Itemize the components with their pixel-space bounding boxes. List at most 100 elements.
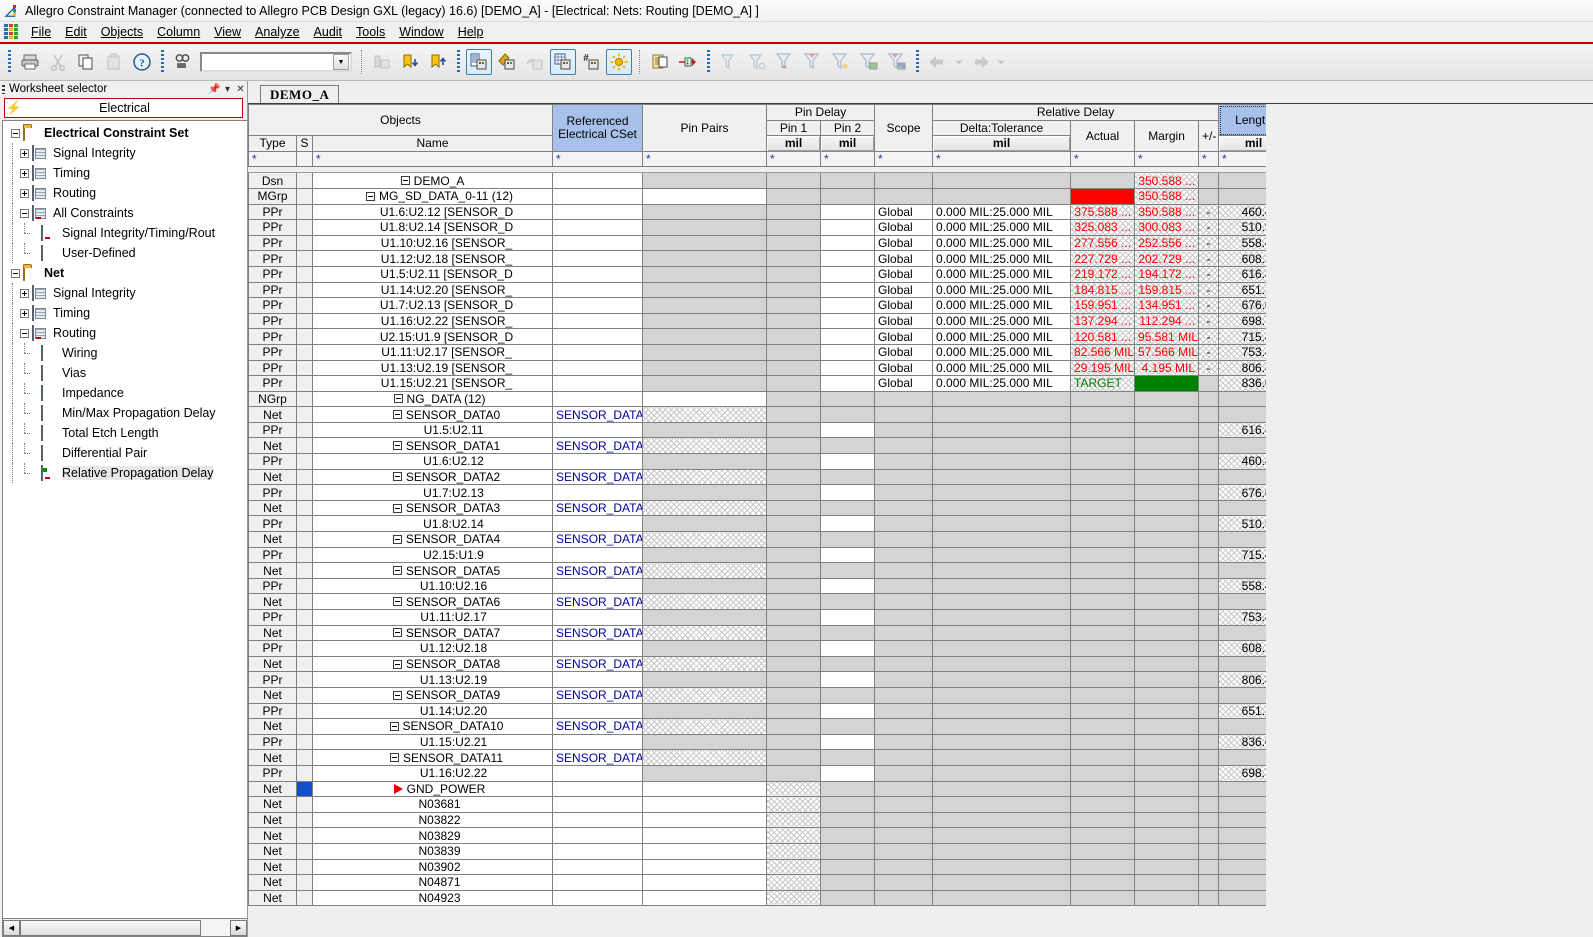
cell-s[interactable] bbox=[296, 874, 313, 891]
cell-actual[interactable]: TARGET bbox=[1070, 375, 1136, 392]
expand-icon[interactable] bbox=[20, 168, 29, 178]
cell-pin-pairs[interactable] bbox=[642, 546, 768, 564]
cell-plus-minus[interactable]: - bbox=[1198, 328, 1220, 345]
cell-delta-tolerance[interactable] bbox=[932, 484, 1072, 501]
cell-s[interactable] bbox=[296, 499, 313, 517]
cell-margin[interactable] bbox=[1134, 546, 1200, 564]
cell-s[interactable] bbox=[296, 842, 313, 860]
cell-name[interactable]: DEMO_A bbox=[311, 172, 554, 189]
cell-pin2[interactable] bbox=[820, 562, 876, 579]
collapse-icon[interactable] bbox=[400, 176, 410, 186]
table-row[interactable]: PPrU1.6:U2.12460.4310.07223 bbox=[248, 453, 1358, 470]
cell-margin[interactable] bbox=[1134, 624, 1200, 642]
cell-pin-pairs[interactable] bbox=[642, 234, 768, 252]
cell-pin2[interactable] bbox=[820, 250, 876, 267]
filter-type[interactable]: * bbox=[248, 150, 297, 168]
paste-icon[interactable] bbox=[101, 49, 127, 75]
cell-scope[interactable] bbox=[874, 624, 934, 642]
cell-delta-tolerance[interactable] bbox=[932, 671, 1072, 688]
cell-delta-tolerance[interactable]: 0.000 MIL:25.000 MIL bbox=[932, 265, 1072, 283]
cell-s[interactable] bbox=[296, 281, 313, 299]
table-row[interactable]: Net N04871 bbox=[248, 874, 1358, 891]
cell-margin[interactable] bbox=[1134, 484, 1200, 501]
cell-name[interactable]: U1.7:U2.13 [SENSOR_D bbox=[311, 297, 554, 314]
cell-scope[interactable] bbox=[874, 172, 934, 189]
cell-pin-pairs[interactable] bbox=[642, 624, 768, 642]
cell-plus-minus[interactable] bbox=[1198, 484, 1220, 501]
cell-delta-tolerance[interactable] bbox=[932, 842, 1072, 860]
cell-plus-minus[interactable] bbox=[1198, 780, 1220, 798]
cell-referenced-cset[interactable] bbox=[552, 187, 644, 205]
header-pin2-unit[interactable]: mil bbox=[820, 135, 876, 152]
cell-name[interactable]: SENSOR_DATA2 bbox=[311, 468, 554, 486]
cell-pin2[interactable] bbox=[820, 593, 876, 610]
table-row[interactable]: PPrU1.12:U2.18608.2910.09530 bbox=[248, 640, 1358, 657]
cell-pin1[interactable] bbox=[766, 686, 822, 704]
menu-window[interactable]: Window bbox=[392, 23, 450, 41]
table-row[interactable]: Net SENSOR_DATA6 SENSOR_DATA0 bbox=[248, 593, 1358, 610]
cell-margin[interactable] bbox=[1134, 562, 1200, 579]
cell-delta-tolerance[interactable] bbox=[932, 764, 1072, 782]
filter-scope[interactable]: * bbox=[874, 150, 934, 168]
cell-margin[interactable] bbox=[1134, 749, 1200, 766]
cell-margin[interactable]: 194.172 ... bbox=[1134, 265, 1200, 283]
cell-actual[interactable] bbox=[1070, 453, 1136, 470]
cell-pin1[interactable] bbox=[766, 421, 822, 439]
filter-pin-pairs[interactable]: * bbox=[642, 150, 768, 168]
cell-name[interactable]: NG_DATA (12) bbox=[311, 390, 554, 408]
cell-referenced-cset[interactable] bbox=[552, 484, 644, 501]
cell-type[interactable]: Net bbox=[248, 811, 297, 829]
cell-type[interactable]: Net bbox=[248, 562, 297, 579]
table-row[interactable]: Dsn DEMO_A 350.588 ... bbox=[248, 172, 1358, 189]
cell-type[interactable]: PPr bbox=[248, 203, 297, 221]
cell-referenced-cset[interactable] bbox=[552, 827, 644, 844]
cell-name[interactable]: GND_POWER bbox=[311, 780, 554, 798]
cell-pin-pairs[interactable] bbox=[642, 702, 768, 720]
header-scope[interactable]: Scope bbox=[874, 104, 934, 152]
cell-scope[interactable] bbox=[874, 453, 934, 470]
cell-s[interactable] bbox=[296, 187, 313, 205]
cell-pin1[interactable] bbox=[766, 437, 822, 455]
cell-pin2[interactable] bbox=[820, 889, 876, 907]
cell-actual[interactable] bbox=[1070, 172, 1136, 189]
scroll-right-icon[interactable]: ▶ bbox=[230, 919, 247, 936]
cell-actual[interactable] bbox=[1070, 874, 1136, 891]
cell-name[interactable]: N03829 bbox=[311, 827, 554, 844]
cell-pin2[interactable] bbox=[820, 406, 876, 423]
cell-referenced-cset[interactable]: SENSOR_DATA0 bbox=[552, 624, 644, 642]
cell-type[interactable]: PPr bbox=[248, 281, 297, 299]
table-row[interactable]: PPr U1.11:U2.17 [SENSOR_ Global 0.000 MIL:2… bbox=[248, 343, 1358, 361]
table-row[interactable]: PPrU1.13:U2.19806.8250.1262 bbox=[248, 671, 1358, 688]
cell-plus-minus[interactable] bbox=[1198, 624, 1220, 642]
cell-plus-minus[interactable] bbox=[1198, 406, 1220, 423]
cell-scope[interactable] bbox=[874, 780, 934, 798]
collapse-icon[interactable] bbox=[392, 441, 402, 451]
cell-name[interactable]: U1.11:U2.17 bbox=[311, 609, 554, 626]
filter-down-icon[interactable] bbox=[800, 49, 826, 75]
cell-s[interactable] bbox=[296, 234, 313, 252]
cell-pin-pairs[interactable] bbox=[642, 858, 768, 876]
cell-delta-tolerance[interactable] bbox=[932, 515, 1072, 533]
show-design-icon[interactable] bbox=[494, 49, 520, 75]
collapse-icon[interactable] bbox=[392, 659, 402, 669]
collapse-icon[interactable] bbox=[393, 394, 403, 404]
cell-pin1[interactable] bbox=[766, 390, 822, 408]
cell-actual[interactable] bbox=[1070, 593, 1136, 610]
cell-name[interactable]: U1.8:U2.14 [SENSOR_D bbox=[311, 219, 554, 236]
cell-type[interactable]: Dsn bbox=[248, 172, 297, 189]
cell-plus-minus[interactable]: - bbox=[1198, 234, 1220, 252]
cell-plus-minus[interactable] bbox=[1198, 842, 1220, 860]
cell-referenced-cset[interactable]: SENSOR_DATA0 bbox=[552, 718, 644, 735]
filter-table-icon[interactable] bbox=[856, 49, 882, 75]
cell-name[interactable]: N03822 bbox=[311, 811, 554, 829]
cell-type[interactable]: PPr bbox=[248, 671, 297, 688]
cell-pin2[interactable] bbox=[820, 484, 876, 501]
cell-name[interactable]: U1.15:U2.21 [SENSOR_ bbox=[311, 375, 554, 392]
cell-s[interactable] bbox=[296, 453, 313, 470]
table-row[interactable]: Net N03822 bbox=[248, 811, 1358, 829]
header-pin-pairs[interactable]: Pin Pairs bbox=[642, 104, 768, 152]
cell-name[interactable]: U1.5:U2.11 [SENSOR_D bbox=[311, 265, 554, 283]
tree-item-ecs-user-defined[interactable]: User-Defined bbox=[3, 243, 247, 263]
table-row[interactable]: PPrU1.15:U2.21836.0200.1307 bbox=[248, 733, 1358, 751]
sheet-tab-demo-a[interactable]: DEMO_A bbox=[260, 85, 340, 103]
